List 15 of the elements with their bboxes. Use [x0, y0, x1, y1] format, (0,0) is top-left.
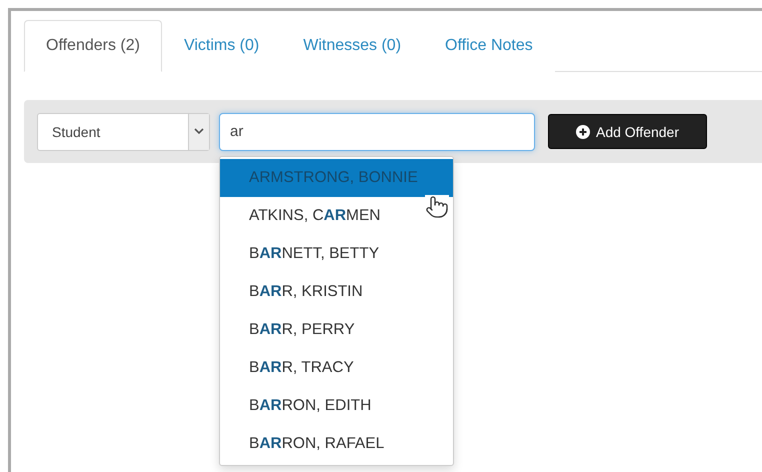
plus-circle-icon [576, 124, 590, 138]
suggestion-item[interactable]: BARR, PERRY [220, 311, 453, 349]
add-offender-button[interactable]: Add Offender [548, 114, 707, 149]
select-value: Student [52, 124, 100, 140]
suggestion-item[interactable]: BARR, KRISTIN [220, 273, 453, 311]
hand-cursor-icon [425, 195, 449, 219]
suggestion-item[interactable]: ATKINS, CARMEN [220, 197, 453, 235]
suggestion-item[interactable]: BARNETT, BETTY [220, 235, 453, 273]
suggestion-item[interactable]: BARRON, EDITH [220, 387, 453, 425]
suggestion-item[interactable]: BARRON, RAFAEL [220, 425, 453, 463]
suggestion-item[interactable]: BARR, TRACY [220, 349, 453, 387]
caret-icon [188, 114, 209, 150]
tab[interactable]: Offenders (2) [24, 20, 162, 72]
search-field[interactable]: ar [219, 112, 535, 150]
type-select[interactable]: Student [37, 112, 210, 150]
